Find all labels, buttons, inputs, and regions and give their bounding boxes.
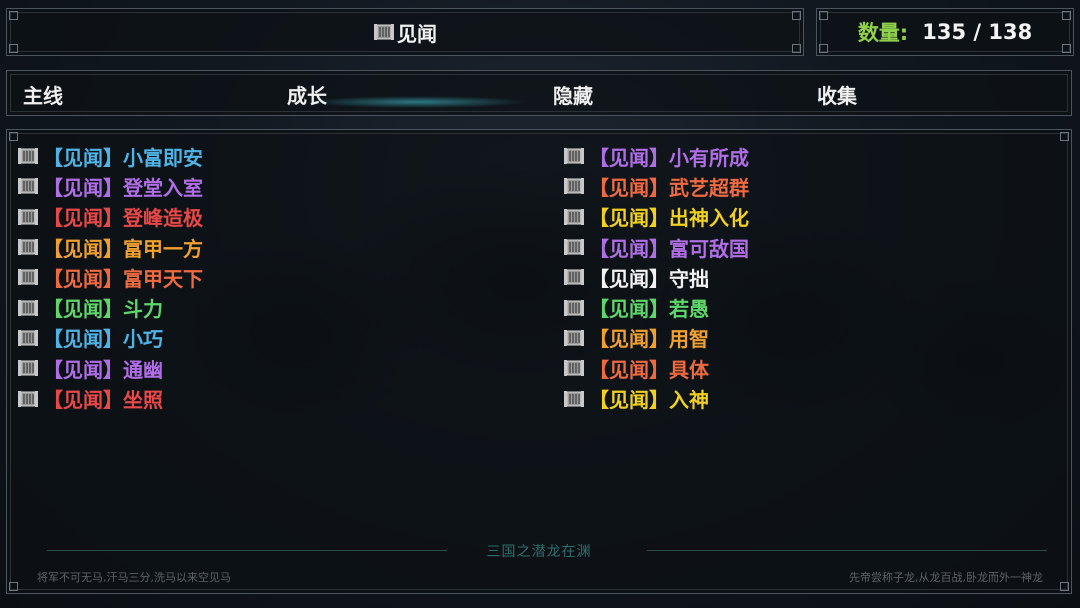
tab-collect[interactable]: 收集 <box>817 71 857 117</box>
footer: 三国之潜龙在渊 将军不可无马,汗马三分,洗马以来空见马 先帝尝称子龙,从龙百战,… <box>7 533 1071 593</box>
achievement-item[interactable]: 【见闻】 坐照 <box>17 383 203 413</box>
scroll-icon <box>563 177 585 195</box>
achievement-item[interactable]: 【见闻】 用智 <box>563 323 749 353</box>
achievement-tag: 【见闻】 <box>589 175 669 200</box>
left-column: 【见闻】 小富即安 【见闻】 登堂入室 【见闻】 登峰造极 【见闻】 富甲一方 【见闻】 富甲天下… <box>17 141 203 414</box>
right-column: 【见闻】 小有所成 【见闻】 武艺超群 【见闻】 出神入化 【见闻】 富可敌国 【见闻】 守拙 【见… <box>563 141 749 414</box>
achievement-tag: 【见闻】 <box>43 206 123 231</box>
scroll-icon <box>17 238 39 256</box>
achievement-item[interactable]: 【见闻】 斗力 <box>17 292 203 322</box>
achievement-name: 若愚 <box>669 297 709 322</box>
scroll-icon <box>563 299 585 317</box>
achievement-tag: 【见闻】 <box>43 327 123 352</box>
scroll-icon <box>17 268 39 286</box>
tab-growth[interactable]: 成长 <box>287 71 527 117</box>
achievement-tag: 【见闻】 <box>43 388 123 413</box>
achievement-name: 具体 <box>669 357 709 382</box>
achievement-name: 斗力 <box>123 297 163 322</box>
achievement-name: 守拙 <box>669 266 709 291</box>
count-label: 数量: <box>857 21 909 45</box>
scroll-icon <box>563 208 585 226</box>
achievement-tag: 【见闻】 <box>43 236 123 261</box>
achievement-tag: 【见闻】 <box>589 297 669 322</box>
tab-label: 成长 <box>287 83 327 108</box>
achievement-item[interactable]: 【见闻】 登峰造极 <box>17 202 203 232</box>
scroll-icon <box>17 208 39 226</box>
achievement-item[interactable]: 【见闻】 小巧 <box>17 323 203 353</box>
scroll-icon <box>17 329 39 347</box>
scroll-icon <box>563 268 585 286</box>
achievement-item[interactable]: 【见闻】 小富即安 <box>17 141 203 171</box>
tab-label: 隐藏 <box>553 83 593 108</box>
scroll-icon <box>17 177 39 195</box>
scroll-icon <box>563 359 585 377</box>
achievement-item[interactable]: 【见闻】 出神入化 <box>563 202 749 232</box>
tab-hidden[interactable]: 隐藏 <box>553 71 593 117</box>
achievement-name: 富甲一方 <box>123 236 203 261</box>
scroll-icon <box>563 329 585 347</box>
achievement-name: 用智 <box>669 327 709 352</box>
achievement-name: 武艺超群 <box>669 175 749 200</box>
achievement-tag: 【见闻】 <box>43 357 123 382</box>
footer-quote-right: 先帝尝称子龙,从龙百战,卧龙而外一神龙 <box>849 571 1043 584</box>
achievement-name: 小有所成 <box>669 145 749 170</box>
achievement-name: 小富即安 <box>123 145 203 170</box>
game-title: 三国之潜龙在渊 <box>486 544 592 560</box>
achievement-name: 入神 <box>669 388 709 413</box>
tab-label: 收集 <box>817 83 857 108</box>
achievement-name: 富可敌国 <box>669 236 749 261</box>
achievement-item[interactable]: 【见闻】 具体 <box>563 353 749 383</box>
achievement-name: 出神入化 <box>669 206 749 231</box>
scroll-icon <box>17 299 39 317</box>
achievement-item[interactable]: 【见闻】 富甲一方 <box>17 232 203 262</box>
achievement-item[interactable]: 【见闻】 守拙 <box>563 262 749 292</box>
title-bar: 见闻 <box>6 8 804 56</box>
achievement-item[interactable]: 【见闻】 富可敌国 <box>563 232 749 262</box>
achievement-tag: 【见闻】 <box>43 266 123 291</box>
achievement-tag: 【见闻】 <box>589 357 669 382</box>
tab-main[interactable]: 主线 <box>23 71 63 117</box>
scroll-icon <box>563 147 585 165</box>
achievement-name: 坐照 <box>123 388 163 413</box>
achievement-name: 小巧 <box>123 327 163 352</box>
footer-quote-left: 将军不可无马,汗马三分,洗马以来空见马 <box>37 571 231 584</box>
achievement-tag: 【见闻】 <box>589 145 669 170</box>
achievement-tag: 【见闻】 <box>589 236 669 261</box>
page-title: 见闻 <box>397 21 437 46</box>
tab-bar: 主线 成长 隐藏 收集 <box>6 70 1072 116</box>
tab-label: 主线 <box>23 83 63 108</box>
achievement-name: 富甲天下 <box>123 266 203 291</box>
achievement-item[interactable]: 【见闻】 登堂入室 <box>17 171 203 201</box>
achievement-item[interactable]: 【见闻】 通幽 <box>17 353 203 383</box>
achievement-tag: 【见闻】 <box>43 175 123 200</box>
achievement-item[interactable]: 【见闻】 若愚 <box>563 292 749 322</box>
achievement-tag: 【见闻】 <box>589 388 669 413</box>
achievement-name: 通幽 <box>123 357 163 382</box>
achievement-item[interactable]: 【见闻】 武艺超群 <box>563 171 749 201</box>
scroll-icon <box>17 359 39 377</box>
achievement-name: 登峰造极 <box>123 206 203 231</box>
achievement-tag: 【见闻】 <box>589 327 669 352</box>
achievement-tag: 【见闻】 <box>43 297 123 322</box>
scroll-icon <box>17 390 39 408</box>
achievement-tag: 【见闻】 <box>589 206 669 231</box>
scroll-icon <box>17 147 39 165</box>
scroll-icon <box>563 390 585 408</box>
count-panel: 数量: 135 / 138 <box>816 8 1074 56</box>
achievement-item[interactable]: 【见闻】 富甲天下 <box>17 262 203 292</box>
achievement-item[interactable]: 【见闻】 小有所成 <box>563 141 749 171</box>
achievement-list-panel: 【见闻】 小富即安 【见闻】 登堂入室 【见闻】 登峰造极 【见闻】 富甲一方 【见闻】 富甲天下… <box>6 129 1072 594</box>
achievement-tag: 【见闻】 <box>43 145 123 170</box>
scroll-icon <box>563 238 585 256</box>
scroll-icon <box>373 23 395 41</box>
count-value: 135 / 138 <box>922 20 1033 44</box>
achievement-name: 登堂入室 <box>123 175 203 200</box>
achievement-item[interactable]: 【见闻】 入神 <box>563 383 749 413</box>
achievement-tag: 【见闻】 <box>589 266 669 291</box>
